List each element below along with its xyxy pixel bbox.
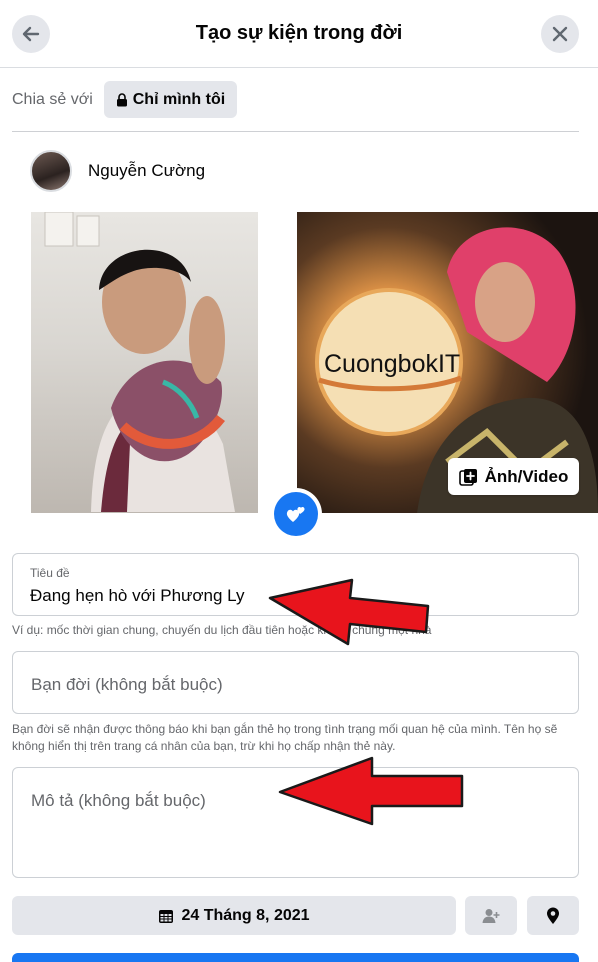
add-photo-video-label: Ảnh/Video	[484, 466, 569, 486]
title-field-value: Đang hẹn hò với Phương Ly	[30, 586, 245, 605]
close-icon	[552, 26, 568, 42]
author-name: Nguyễn Cường	[88, 161, 206, 180]
partner-hint: Bạn đời sẽ nhận được thông báo khi bạn g…	[12, 722, 558, 753]
partner-placeholder: Bạn đời (không bắt buộc)	[31, 675, 223, 694]
share-row: Chia sẻ với Chỉ mình tôi	[12, 81, 238, 118]
description-placeholder: Mô tả (không bắt buộc)	[31, 791, 206, 810]
avatar[interactable]	[30, 150, 72, 192]
photo-left-illustration	[44, 212, 235, 512]
tag-people-button[interactable]	[465, 896, 517, 935]
watermark-text: CuongbokIT	[324, 350, 461, 378]
relationship-badge	[270, 488, 322, 540]
author: Nguyễn Cường	[30, 150, 205, 192]
share-label: Chia sẻ với	[12, 90, 93, 108]
close-button[interactable]	[541, 15, 579, 53]
dialog-title: Tạo sự kiện trong đời	[195, 22, 403, 44]
divider	[12, 131, 579, 132]
title-field-label: Tiêu đề	[30, 566, 70, 580]
location-button[interactable]	[527, 896, 579, 935]
date-button[interactable]: 24 Tháng 8, 2021	[12, 896, 456, 935]
privacy-button[interactable]: Chỉ mình tôi	[103, 81, 238, 118]
annotation-arrow-description	[278, 756, 464, 826]
date-label: 24 Tháng 8, 2021	[181, 906, 310, 924]
add-photo-video-button[interactable]: Ảnh/Video	[448, 458, 579, 495]
dialog-header: Tạo sự kiện trong đời	[0, 0, 598, 68]
submit-button[interactable]	[12, 953, 579, 962]
hearts-icon	[286, 507, 305, 522]
photo-left	[31, 212, 258, 513]
annotation-arrow-title	[268, 578, 430, 646]
privacy-label: Chỉ mình tôi	[132, 90, 226, 108]
partner-field[interactable]: Bạn đời (không bắt buộc)	[12, 651, 579, 714]
add-photo-icon	[458, 468, 477, 486]
location-pin-icon	[547, 907, 559, 924]
lock-icon	[116, 92, 127, 106]
tag-people-icon	[482, 908, 500, 923]
calendar-icon	[159, 909, 174, 923]
